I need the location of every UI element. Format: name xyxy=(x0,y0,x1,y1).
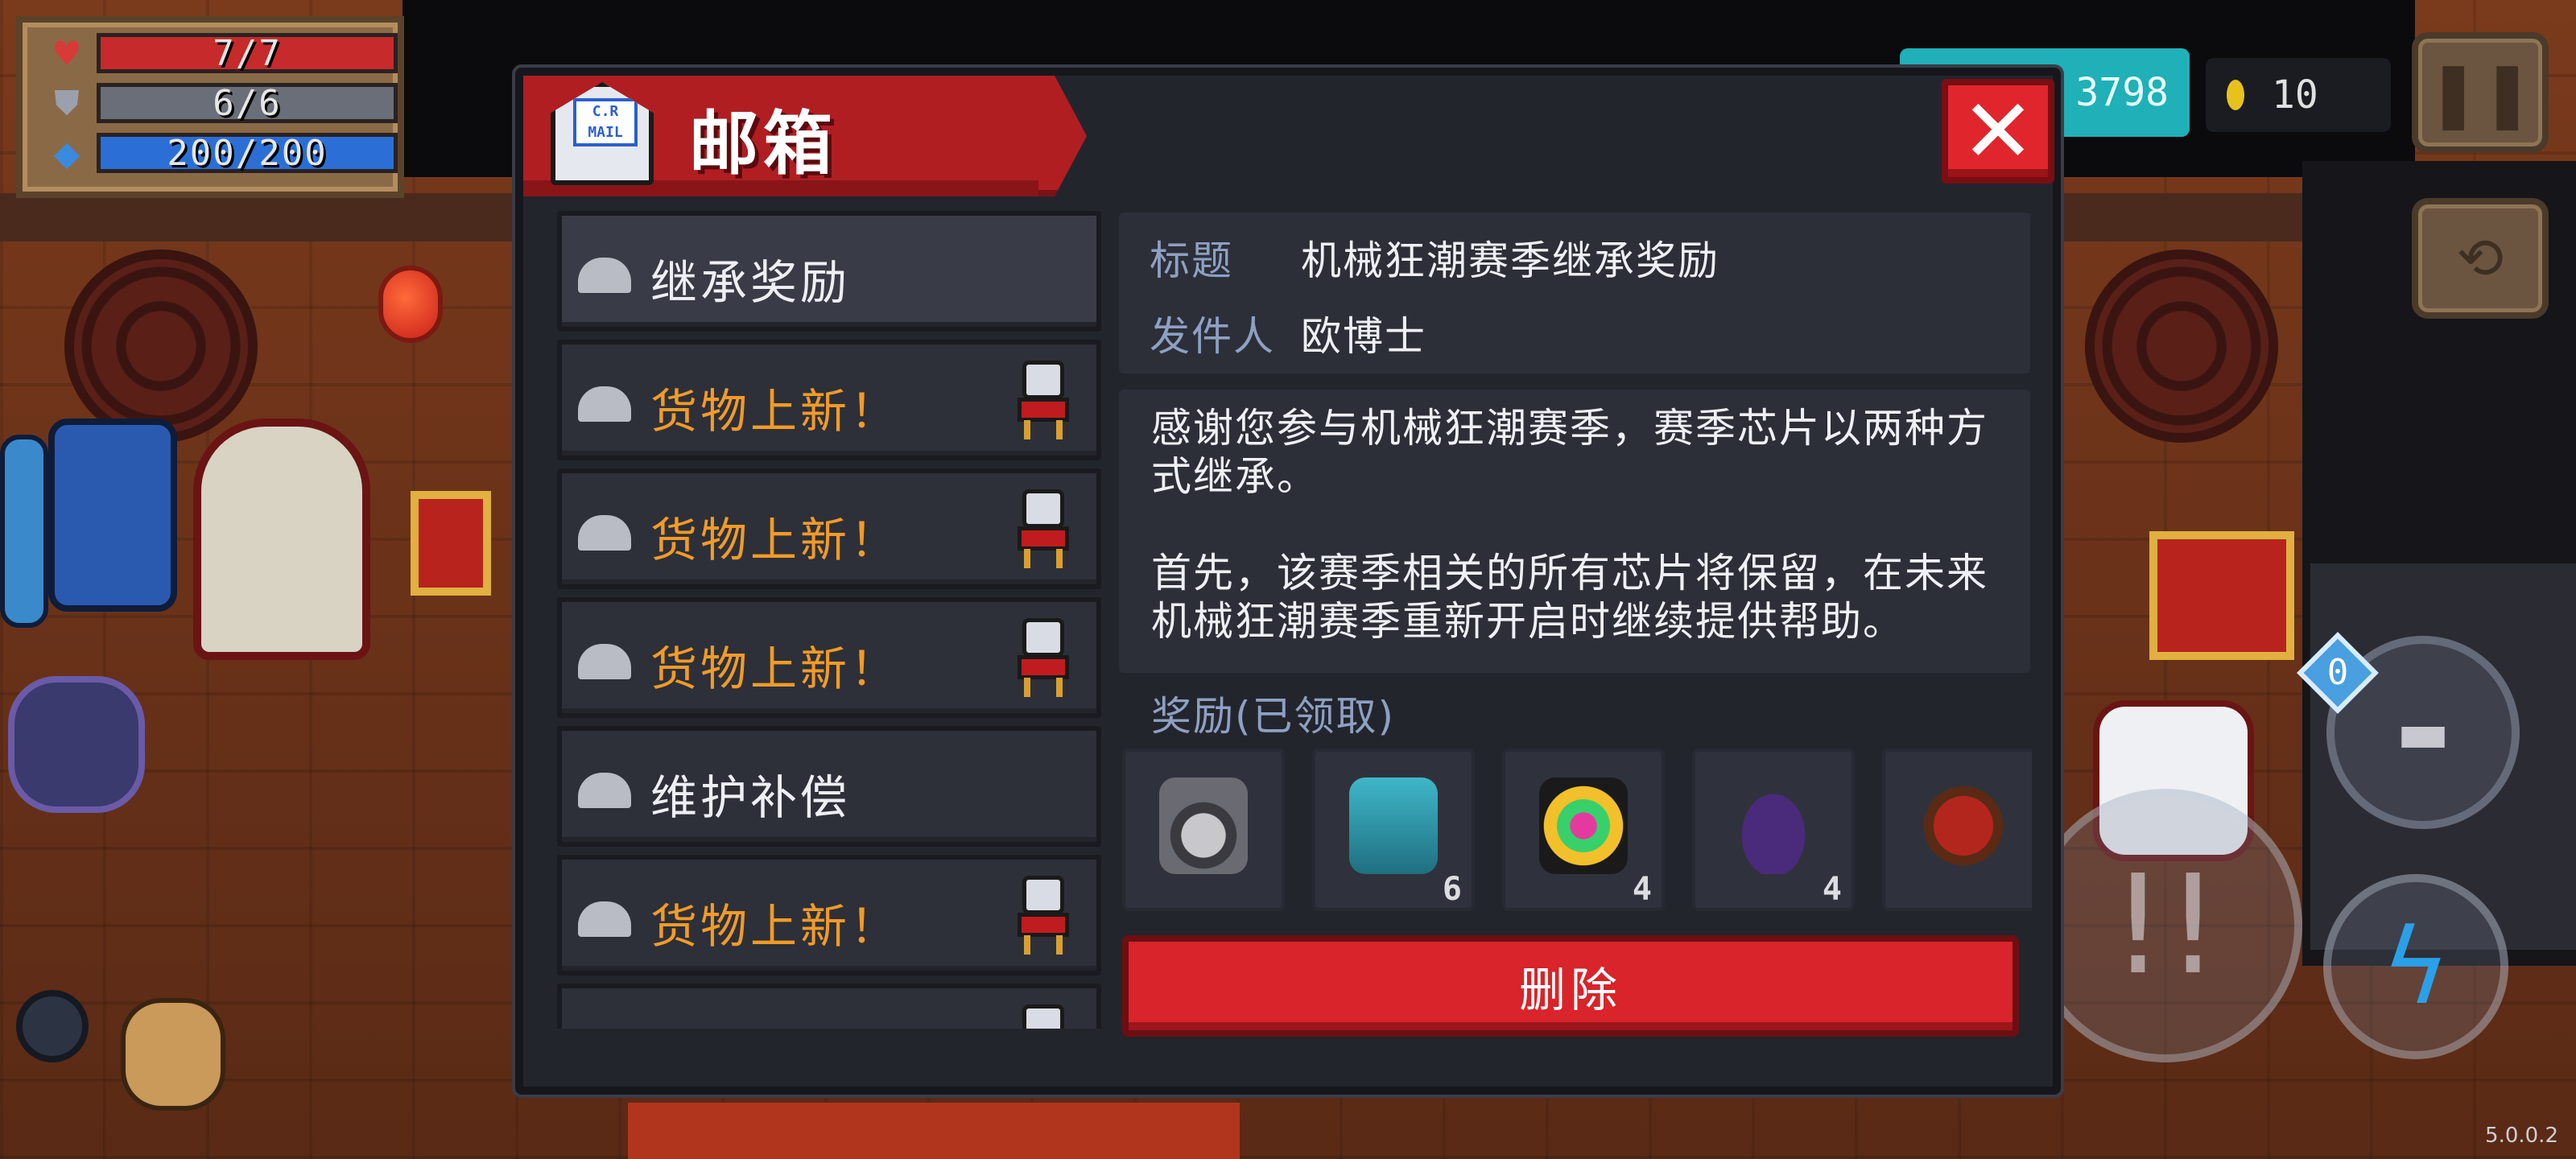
shield-icon: ⛊ xyxy=(54,83,80,122)
gift-box-icon xyxy=(411,491,491,596)
mail-item[interactable]: 维护补偿 xyxy=(557,726,1101,847)
merchant-icon xyxy=(1018,618,1069,699)
mail-item-label: 货物上新！ xyxy=(650,899,901,954)
reward-count: 4 xyxy=(1632,871,1652,908)
gift-box-icon xyxy=(2149,531,2294,660)
merchant-icon xyxy=(1018,489,1069,570)
version-label: 5.0.0.2 xyxy=(2485,1124,2558,1148)
gem-count: 3798 xyxy=(2075,70,2169,115)
mail-list[interactable]: 继承奖励货物上新！货物上新！货物上新！维护补偿货物上新！货物上新！ xyxy=(557,211,1104,1029)
mailbox-title: 邮箱 xyxy=(689,104,837,184)
mail-body-paragraph: 感谢您参与机械狂潮赛季，赛季芯片以两种方式继承。 xyxy=(1151,405,1988,500)
mail-item[interactable]: 继承奖励 xyxy=(557,211,1101,332)
envelope-icon xyxy=(578,901,631,937)
mail-item-label: 货物上新！ xyxy=(650,1017,900,1029)
reward-item[interactable] xyxy=(1882,749,2032,911)
envelope-icon xyxy=(578,515,631,551)
mech-chest-icon xyxy=(1349,777,1438,874)
mail-item[interactable]: 货物上新！ xyxy=(557,984,1101,1029)
hp-value: 7/7 xyxy=(213,32,282,74)
swap-button[interactable]: ⟲ xyxy=(2412,198,2549,319)
reward-item[interactable]: 4 xyxy=(1502,749,1665,911)
hp-row: ♥ 7/7 xyxy=(43,31,398,76)
pause-icon: ❚❚ xyxy=(2425,55,2535,130)
envelope-icon xyxy=(578,644,631,679)
mailbox-dialog: C.R MAIL 邮箱 ✕ 继承奖励 货物上新！ 货物上新！ 货物上新！ 维护补偿 货物上… xyxy=(515,68,2061,1095)
mail-item[interactable]: 货物上新！ xyxy=(557,340,1101,460)
skill-icon: !! xyxy=(2110,846,2221,1005)
lightning-icon: ϟ xyxy=(2381,905,2450,1028)
mailbox-header: C.R MAIL 邮箱 xyxy=(523,76,1087,196)
mail-envelope-icon: C.R MAIL xyxy=(551,82,654,185)
coin-count: 10 xyxy=(2272,72,2318,118)
hp-bar: 7/7 xyxy=(97,32,398,74)
gun-icon: ▬ xyxy=(2396,699,2450,765)
mail-detail-header: 标题 机械狂潮赛季继承奖励 发件人 欧博士 xyxy=(1119,212,2030,373)
coin-counter: 10 xyxy=(2206,58,2391,132)
energy-row: ◆ 200/200 xyxy=(43,130,398,175)
close-icon: ✕ xyxy=(1960,80,2036,183)
rainbow-seed-icon xyxy=(1539,777,1628,874)
gacha-machine[interactable] xyxy=(193,419,370,660)
player-stats-panel: ♥ 7/7 ⛊ 6/6 ◆ 200/200 xyxy=(16,16,404,198)
mail-item-label: 货物上新！ xyxy=(650,384,901,439)
reward-item[interactable]: 6 xyxy=(1312,749,1475,911)
envelope-icon xyxy=(578,258,631,293)
eggplant-icon xyxy=(1729,777,1818,874)
coin-icon xyxy=(2227,80,2244,110)
wizard-npc xyxy=(8,676,145,813)
merchant-icon xyxy=(1018,876,1069,956)
weapon-level: 0 xyxy=(2326,652,2349,693)
lantern-icon xyxy=(378,266,443,343)
mail-item-label: 维护补偿 xyxy=(650,770,851,825)
reward-count: 4 xyxy=(1822,871,1842,908)
armor-row: ⛊ 6/6 xyxy=(43,80,398,126)
skill-button[interactable]: !! xyxy=(2029,789,2302,1062)
mail-tag: C.R MAIL xyxy=(573,98,638,146)
mail-item-label: 货物上新！ xyxy=(650,641,901,696)
reward-count: 6 xyxy=(1442,871,1462,908)
reward-item[interactable] xyxy=(1122,749,1285,911)
mail-item[interactable]: 货物上新！ xyxy=(557,855,1101,975)
mech-npc xyxy=(48,419,177,612)
energy-value: 200/200 xyxy=(167,132,328,174)
pot-object xyxy=(16,990,89,1062)
red-carpet xyxy=(628,1103,1240,1159)
sender-value: 欧博士 xyxy=(1301,313,1426,360)
wall-medallion-left xyxy=(64,250,258,443)
energy-bar: 200/200 xyxy=(97,132,398,174)
reward-item[interactable]: 4 xyxy=(1692,749,1855,911)
mail-body: 感谢您参与机械狂潮赛季，赛季芯片以两种方式继承。 首先，该赛季相关的所有芯片将保… xyxy=(1119,390,2030,673)
dash-button[interactable]: ϟ xyxy=(2323,874,2508,1059)
subject-value: 机械狂潮赛季继承奖励 xyxy=(1301,237,1719,284)
terminal-npc xyxy=(0,435,48,628)
mail-body-paragraph: 首先，该赛季相关的所有芯片将保留，在未来机械狂潮赛季重新开启时继续提供帮助。 xyxy=(1151,550,1988,645)
armor-value: 6/6 xyxy=(213,82,282,124)
close-button[interactable]: ✕ xyxy=(1942,79,2054,184)
sender-key: 发件人 xyxy=(1150,313,1275,360)
pause-button[interactable]: ❚❚ xyxy=(2412,32,2549,153)
merchant-icon xyxy=(1018,1004,1069,1029)
delete-button[interactable]: 删除 xyxy=(1122,935,2019,1037)
wall-medallion-right xyxy=(2085,250,2278,443)
merchant-icon xyxy=(1018,361,1069,441)
rewards-list: 6 4 4 xyxy=(1122,749,2032,911)
swap-icon: ⟲ xyxy=(2456,225,2504,291)
diamond-icon: ◆ xyxy=(53,133,80,173)
rewards-label: 奖励(已领取) xyxy=(1151,693,1396,740)
wizard-hat-icon xyxy=(1159,777,1248,874)
delete-label: 删除 xyxy=(1518,963,1622,1017)
red-flower-icon xyxy=(1919,777,2008,874)
armor-bar: 6/6 xyxy=(97,82,398,124)
envelope-icon xyxy=(578,773,631,808)
mail-item-label: 货物上新！ xyxy=(650,513,901,567)
envelope-icon xyxy=(578,386,631,422)
mail-item-label: 继承奖励 xyxy=(650,255,851,310)
mail-item[interactable]: 货物上新！ xyxy=(557,597,1101,718)
mail-item[interactable]: 货物上新！ xyxy=(557,468,1101,589)
subject-key: 标题 xyxy=(1150,237,1233,284)
monkey-npc xyxy=(121,998,225,1111)
heart-icon: ♥ xyxy=(52,33,82,73)
